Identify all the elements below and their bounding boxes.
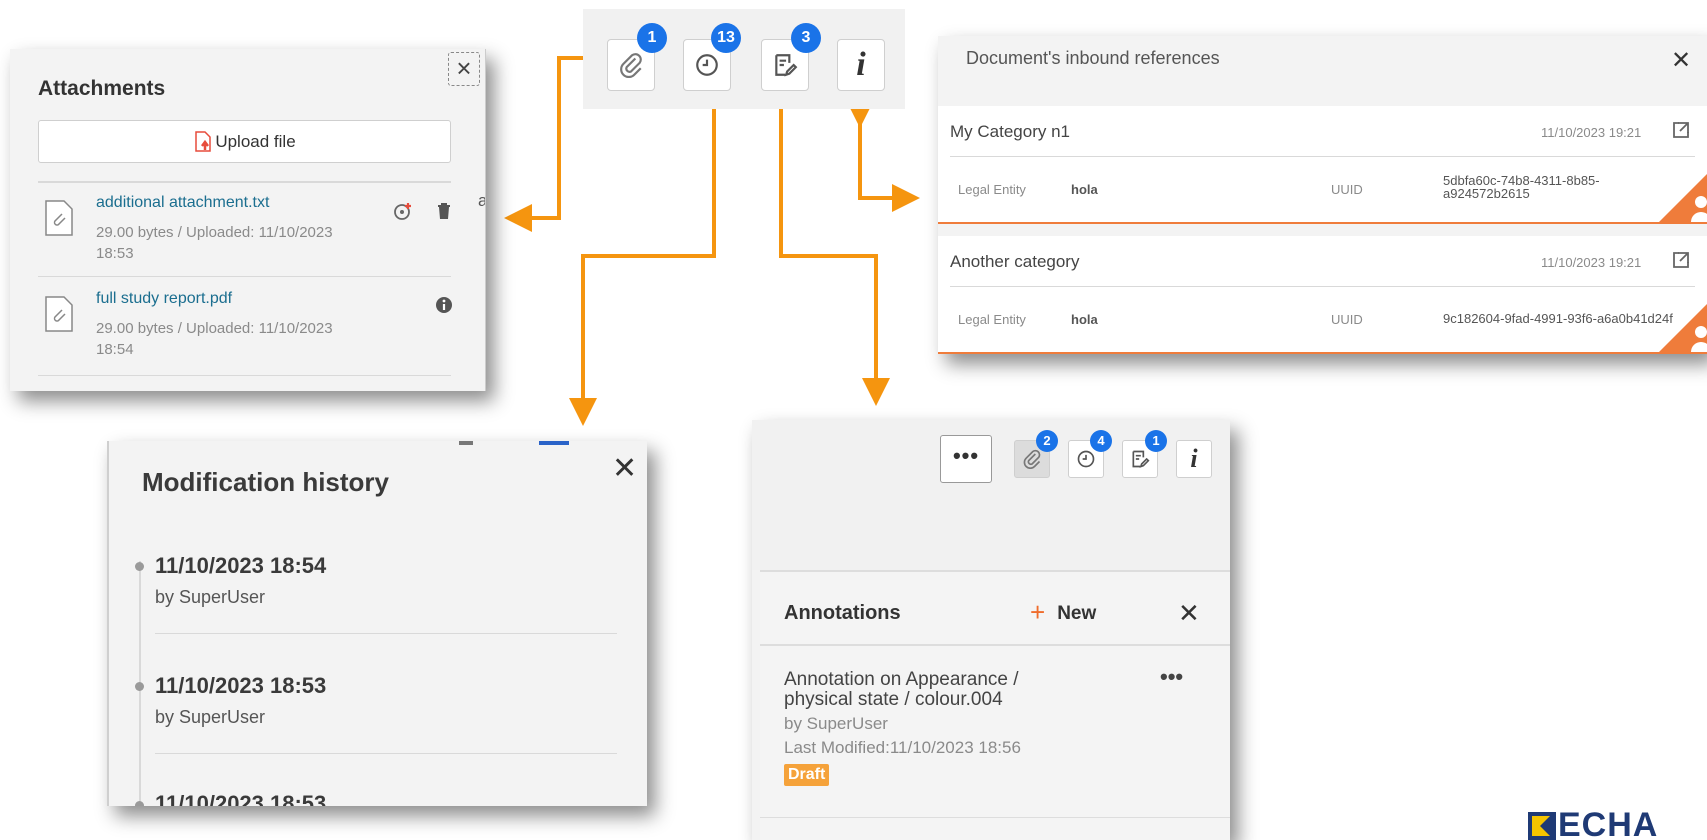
- timeline-dot: [135, 682, 144, 691]
- divider: [760, 817, 1230, 818]
- attachment-meta: 29.00 bytes / Uploaded: 11/10/2023 18:53: [96, 224, 333, 262]
- info-circle-icon[interactable]: [433, 294, 455, 316]
- annotations-toolbar: ••• 2 4 1 i: [752, 420, 1230, 570]
- history-entry-date[interactable]: 11/10/2023 18:54: [155, 553, 326, 579]
- paperclip-icon: [620, 53, 642, 78]
- note-edit-icon: [1132, 450, 1150, 468]
- legal-entity-label: Legal Entity: [958, 312, 1026, 327]
- open-external-icon[interactable]: [1671, 120, 1691, 140]
- history-entry-date[interactable]: 11/10/2023 18:53: [155, 673, 326, 699]
- note-edit-icon: [775, 54, 798, 77]
- uuid-value-line2: a924572b2615: [1443, 186, 1530, 201]
- panel-edge: [107, 441, 109, 806]
- uuid-label: UUID: [1331, 312, 1363, 327]
- legal-entity-value: hola: [1071, 312, 1098, 327]
- reference-date: 11/10/2023 19:21: [1541, 255, 1642, 270]
- new-annotation-button[interactable]: + New: [1030, 597, 1096, 628]
- divider: [38, 276, 451, 277]
- open-external-icon[interactable]: [1671, 250, 1691, 270]
- reference-item[interactable]: Another category 11/10/2023 19:21 Legal …: [938, 236, 1707, 354]
- divider: [155, 633, 617, 634]
- legal-entity-label: Legal Entity: [958, 182, 1026, 197]
- close-attachments-button[interactable]: ×: [448, 52, 480, 86]
- paperclip-icon: [1023, 449, 1041, 469]
- annotation-title[interactable]: Annotation on Appearance / physical stat…: [784, 670, 1084, 710]
- new-annotation-label: New: [1057, 603, 1097, 624]
- info-icon: i: [1190, 444, 1198, 473]
- uuid-label: UUID: [1331, 182, 1363, 197]
- info-button[interactable]: i: [837, 39, 885, 91]
- attachments-count-badge: 1: [637, 23, 667, 53]
- background-tab-edge: [459, 441, 473, 445]
- echa-logo: ECHA: [1528, 806, 1658, 840]
- reference-date: 11/10/2023 19:21: [1541, 125, 1642, 140]
- close-references-button[interactable]: ✕: [1671, 46, 1691, 75]
- inbound-references-panel: Document's inbound references ✕ My Categ…: [938, 36, 1707, 354]
- arrow-to-annotations: [779, 106, 890, 406]
- history-entry-user: by SuperUser: [155, 707, 266, 727]
- attachment-item[interactable]: full study report.pdf 29.00 bytes / Uplo…: [38, 282, 452, 372]
- info-icon: i: [856, 46, 866, 83]
- history-count-badge: 13: [711, 23, 741, 53]
- owner-badge-icon: [1657, 304, 1707, 354]
- reference-category: Another category: [950, 252, 1080, 271]
- attachment-name[interactable]: additional attachment.txt: [96, 194, 269, 212]
- upload-file-icon: [195, 130, 212, 152]
- annotations-panel: Annotations + New ✕ Annotation on Appeara…: [760, 570, 1230, 840]
- clipped-background-text: a: [478, 191, 485, 211]
- history-entry-user: by SuperUser: [155, 587, 266, 607]
- annotations-count-badge: 1: [1145, 430, 1167, 452]
- annotations-title: Annotations: [784, 602, 901, 624]
- close-annotations-button[interactable]: ✕: [1178, 598, 1200, 629]
- arrow-to-references: [846, 100, 920, 212]
- annotation-more-button[interactable]: •••: [1160, 664, 1183, 690]
- reference-category: My Category n1: [950, 122, 1070, 141]
- divider: [760, 644, 1230, 646]
- annotation-author: by SuperUser: [784, 714, 888, 733]
- arrow-to-history: [569, 106, 716, 426]
- trash-icon[interactable]: [433, 200, 455, 222]
- upload-file-label: Upload file: [215, 131, 296, 151]
- annotations-count-badge: 3: [791, 23, 821, 53]
- close-history-button[interactable]: ✕: [612, 451, 637, 486]
- modification-history-panel: Modification history ✕ 11/10/2023 18:54 …: [107, 441, 647, 806]
- history-title: Modification history: [142, 467, 389, 497]
- info-button[interactable]: i: [1176, 440, 1212, 478]
- upload-file-button[interactable]: Upload file: [38, 120, 451, 163]
- references-title: Document's inbound references: [966, 48, 1220, 68]
- timeline-dot: [135, 562, 144, 571]
- file-clip-icon: [45, 200, 73, 236]
- more-options-button[interactable]: •••: [940, 435, 992, 483]
- clock-icon: [1077, 450, 1095, 468]
- echa-logo-mark-icon: [1528, 811, 1556, 840]
- divider: [38, 181, 451, 183]
- plus-icon: +: [1030, 597, 1046, 627]
- attachment-name[interactable]: full study report.pdf: [96, 290, 232, 308]
- divider: [950, 286, 1695, 287]
- history-entry-date[interactable]: 11/10/2023 18:53: [155, 791, 326, 806]
- annotations-area: ••• 2 4 1 i Annotations + New ✕ Annotati…: [752, 420, 1230, 840]
- legal-entity-value: hola: [1071, 182, 1098, 197]
- attachments-title: Attachments: [38, 77, 166, 100]
- reference-item[interactable]: My Category n1 11/10/2023 19:21 Legal En…: [938, 106, 1707, 224]
- top-toolbar: 1 13 3 i: [583, 9, 905, 109]
- divider: [155, 753, 617, 754]
- clock-icon: [696, 54, 718, 76]
- status-badge: Draft: [784, 764, 830, 786]
- annotate-add-icon[interactable]: [393, 200, 415, 222]
- owner-badge-icon: [1657, 174, 1707, 224]
- history-count-badge: 4: [1090, 430, 1112, 452]
- echa-logo-text: ECHA: [1558, 806, 1659, 840]
- divider: [950, 156, 1695, 157]
- timeline-dot: [135, 801, 144, 806]
- divider: [38, 375, 451, 376]
- attachment-meta: 29.00 bytes / Uploaded: 11/10/2023 18:54: [96, 320, 333, 358]
- attachments-panel: × Attachments Upload file additional att…: [10, 49, 486, 391]
- background-tab-edge: [539, 441, 569, 445]
- annotation-last-modified: Last Modified:11/10/2023 18:56: [784, 738, 1021, 757]
- file-clip-icon: [45, 296, 73, 332]
- uuid-value-line1: 9c182604-9fad-4991-93f6-a6a0b41d24f: [1443, 311, 1673, 326]
- attachments-count-badge: 2: [1036, 430, 1058, 452]
- attachment-item[interactable]: additional attachment.txt 29.00 bytes / …: [38, 186, 451, 276]
